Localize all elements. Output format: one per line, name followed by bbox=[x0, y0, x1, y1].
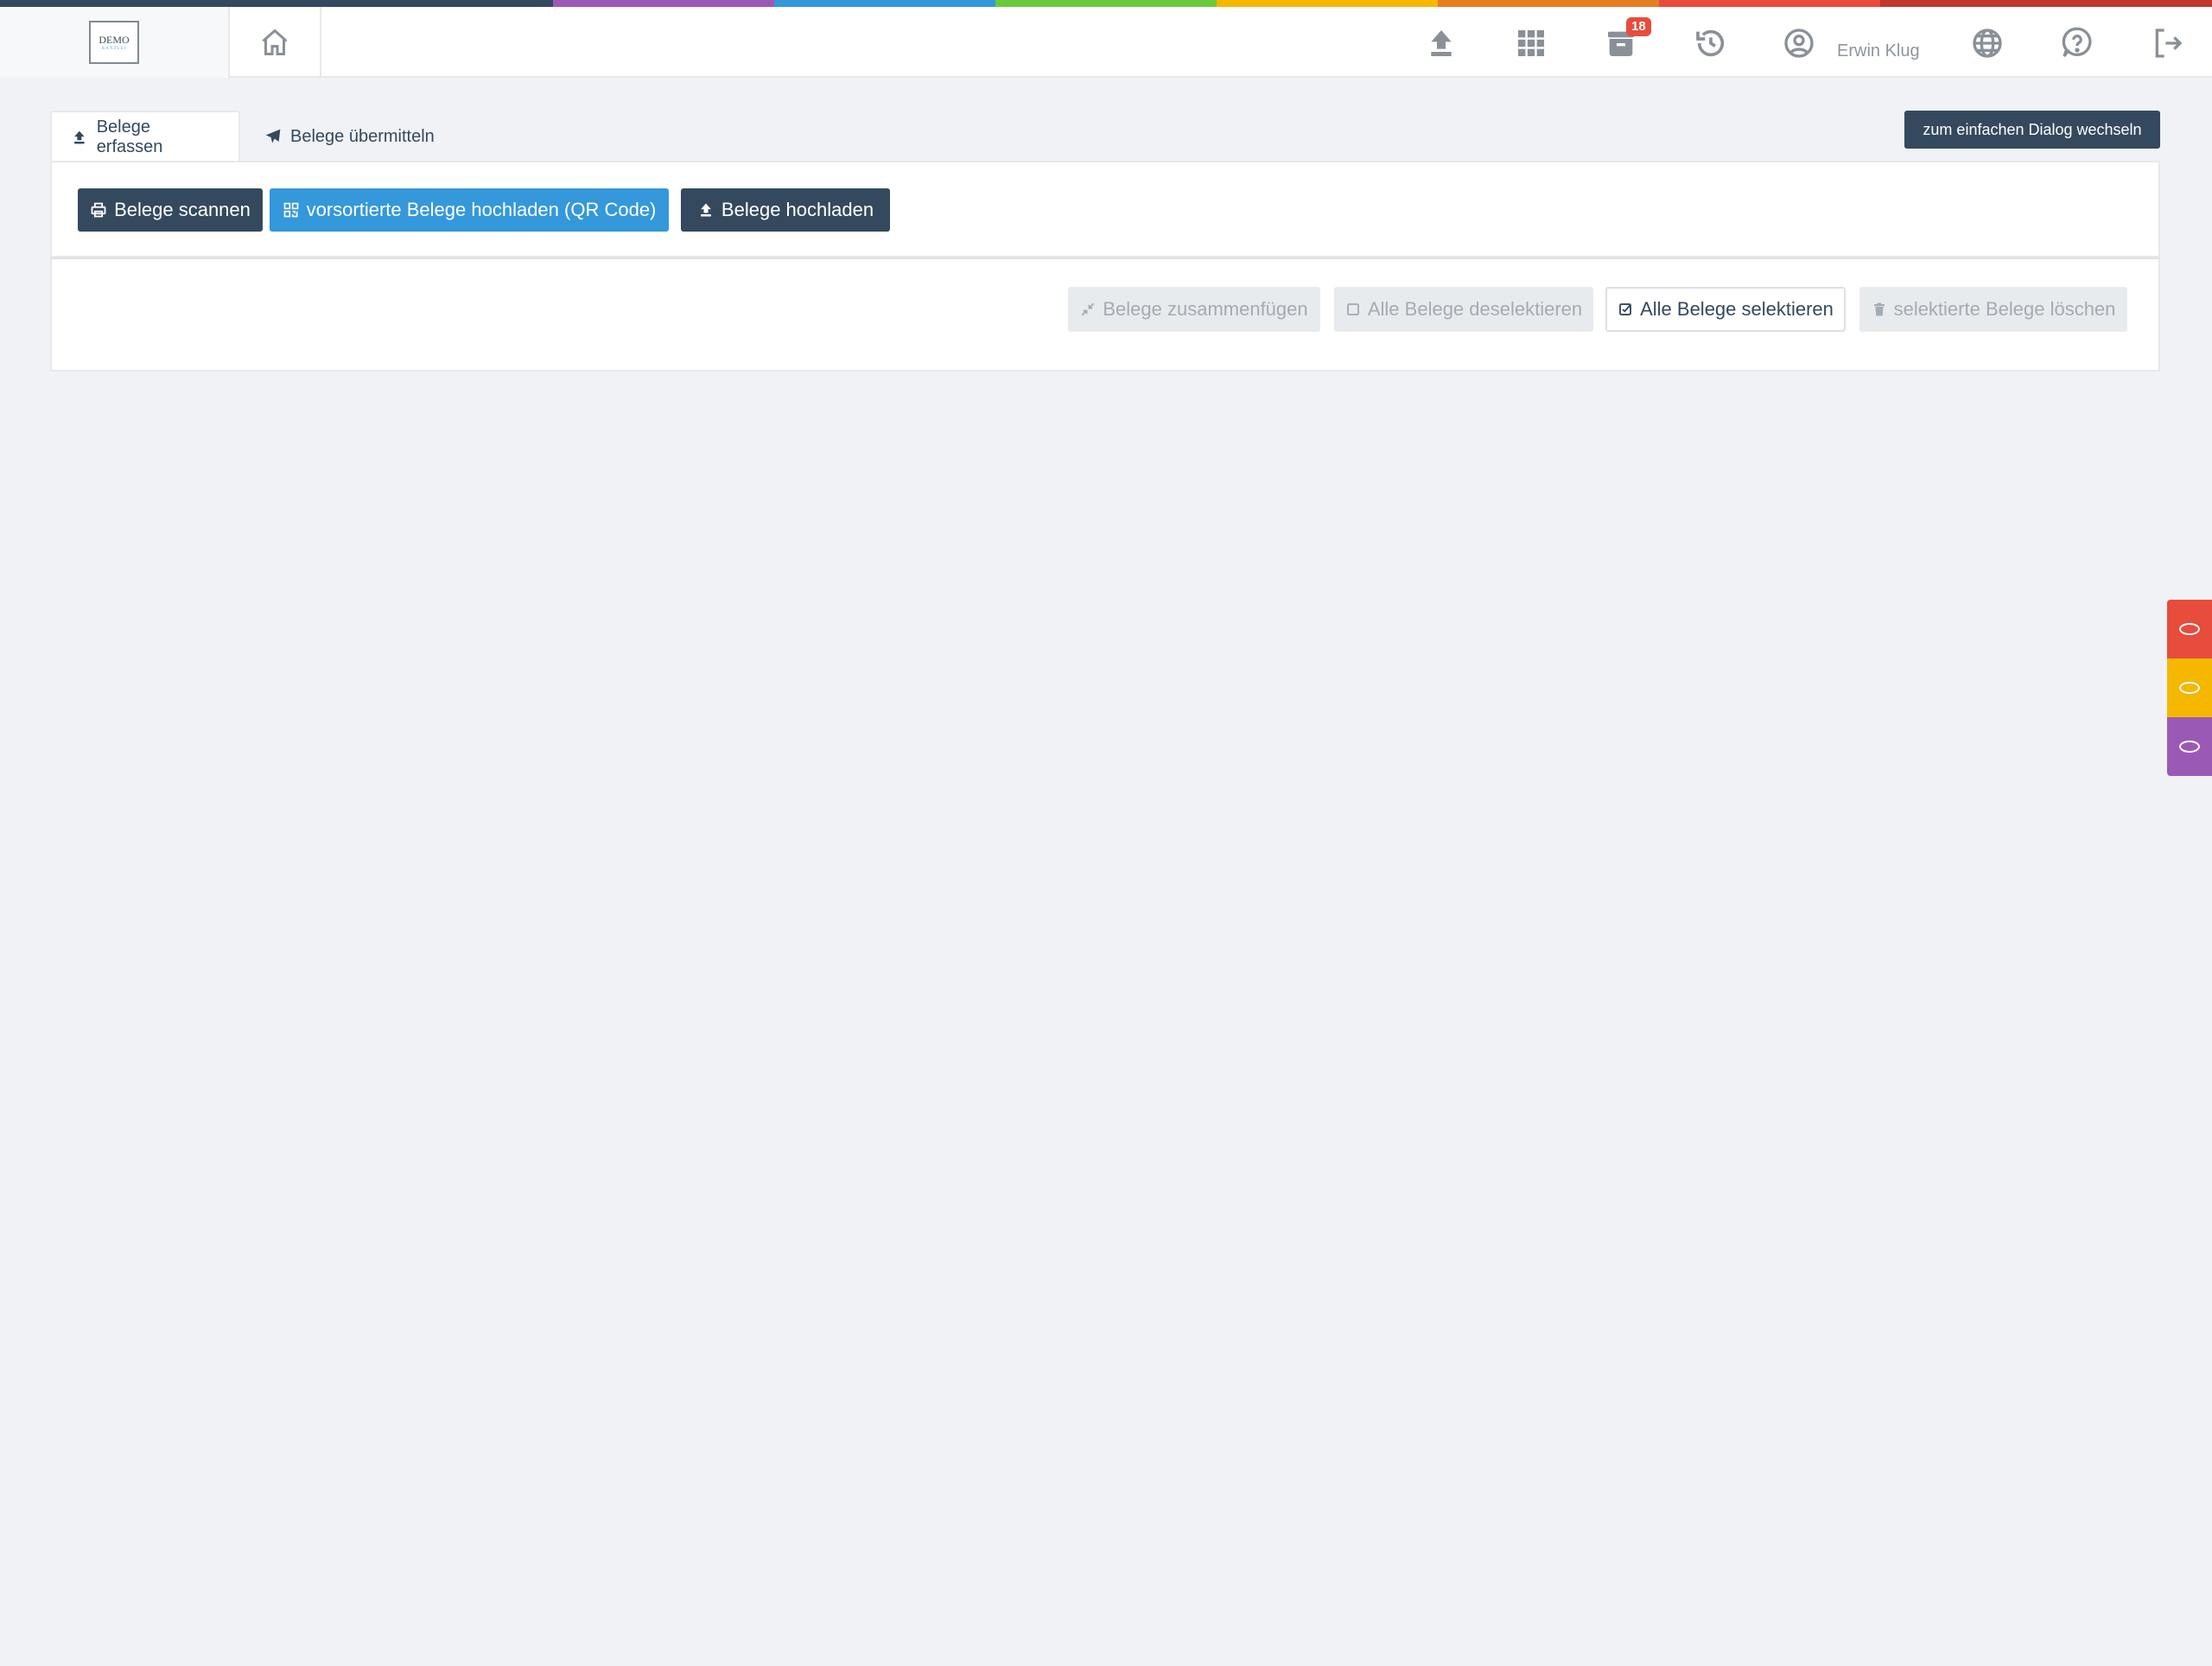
stripe-segment bbox=[0, 0, 553, 7]
stripe-segment bbox=[1217, 0, 1438, 7]
checkbox-empty-icon bbox=[1346, 303, 1359, 315]
side-tab-red[interactable] bbox=[2167, 600, 2212, 658]
home-icon bbox=[262, 29, 288, 55]
document-toolbar-panel: Belege zusammenfügen Alle Belege deselek… bbox=[50, 258, 2160, 372]
tab-belege-erfassen[interactable]: Belege erfassen bbox=[50, 111, 240, 162]
company-logo: DEMO KANZLEI bbox=[89, 21, 139, 64]
help-button[interactable] bbox=[2058, 24, 2096, 62]
circle-icon bbox=[2179, 741, 2200, 753]
upload-icon bbox=[1431, 30, 1452, 56]
side-tab-purple[interactable] bbox=[2167, 717, 2212, 776]
globe-icon bbox=[1973, 29, 2002, 58]
history-button[interactable] bbox=[1692, 24, 1730, 62]
stripe-segment bbox=[774, 0, 995, 7]
logo-subtext: KANZLEI bbox=[101, 46, 127, 51]
stripe-segment bbox=[1438, 0, 1659, 7]
side-tab-yellow[interactable] bbox=[2167, 658, 2212, 717]
compress-icon bbox=[1081, 302, 1095, 316]
switch-dialog-button[interactable]: zum einfachen Dialog wechseln bbox=[1904, 111, 2160, 149]
user-name[interactable]: Erwin Klug bbox=[1837, 41, 1920, 61]
select-all-button[interactable]: Alle Belege selektieren bbox=[1605, 287, 1846, 332]
trash-icon bbox=[1873, 302, 1885, 316]
help-icon bbox=[2062, 27, 2092, 57]
tab-belege-uebermitteln[interactable]: Belege übermitteln bbox=[245, 111, 454, 162]
logo-text: DEMO bbox=[99, 33, 130, 46]
logout-icon bbox=[2155, 29, 2183, 58]
circle-icon bbox=[2179, 682, 2200, 694]
apps-button[interactable] bbox=[1512, 24, 1550, 62]
logout-button[interactable] bbox=[2148, 24, 2186, 62]
merge-label: Belege zusammenfügen bbox=[1103, 298, 1308, 320]
user-icon bbox=[1784, 29, 1814, 58]
history-icon bbox=[1696, 29, 1725, 57]
qr-upload-button[interactable]: vorsortierte Belege hochladen (QR Code) bbox=[270, 188, 669, 232]
apps-grid-icon bbox=[1518, 30, 1544, 56]
circle-icon bbox=[2179, 623, 2200, 635]
deselect-all-label: Alle Belege deselektieren bbox=[1367, 298, 1583, 320]
user-menu-button[interactable] bbox=[1780, 24, 1818, 62]
delete-selected-label: selektierte Belege löschen bbox=[1893, 298, 2116, 320]
stripe-segment bbox=[553, 0, 774, 7]
home-button[interactable] bbox=[230, 7, 321, 78]
printer-icon bbox=[91, 202, 106, 218]
tab-label: Belege erfassen bbox=[96, 118, 163, 156]
logo-container[interactable]: DEMO KANZLEI bbox=[0, 7, 230, 78]
tab-label: Belege übermitteln bbox=[290, 126, 435, 146]
upload-icon bbox=[701, 203, 711, 217]
upload-documents-button[interactable]: Belege hochladen bbox=[681, 188, 890, 232]
qrcode-icon bbox=[283, 202, 298, 218]
select-all-label: Alle Belege selektieren bbox=[1640, 298, 1834, 320]
upload-label: Belege hochladen bbox=[721, 199, 874, 220]
top-color-stripe bbox=[0, 0, 2212, 7]
stripe-segment bbox=[1880, 0, 2212, 7]
archive-button[interactable]: 18 bbox=[1602, 17, 1651, 62]
scan-button[interactable]: Belege scannen bbox=[78, 188, 263, 232]
stripe-segment bbox=[995, 0, 1217, 7]
stripe-segment bbox=[1659, 0, 1880, 7]
archive-count-badge: 18 bbox=[1626, 17, 1651, 36]
delete-selected-button[interactable]: selektierte Belege löschen bbox=[1859, 287, 2127, 332]
upload-button[interactable] bbox=[1422, 24, 1460, 62]
deselect-all-button[interactable]: Alle Belege deselektieren bbox=[1334, 287, 1593, 332]
language-button[interactable] bbox=[1968, 24, 2006, 62]
qr-upload-label: vorsortierte Belege hochladen (QR Code) bbox=[306, 199, 657, 220]
scan-button-label: Belege scannen bbox=[114, 199, 251, 220]
merge-documents-button[interactable]: Belege zusammenfügen bbox=[1068, 287, 1320, 332]
upload-icon bbox=[74, 130, 85, 144]
checkbox-checked-icon bbox=[1619, 303, 1632, 315]
capture-actions-panel: Belege scannen vorsortierte Belege hochl… bbox=[50, 161, 2160, 258]
send-icon bbox=[265, 129, 281, 143]
top-navbar: DEMO KANZLEI 18 Erwin Klug bbox=[0, 7, 2212, 78]
